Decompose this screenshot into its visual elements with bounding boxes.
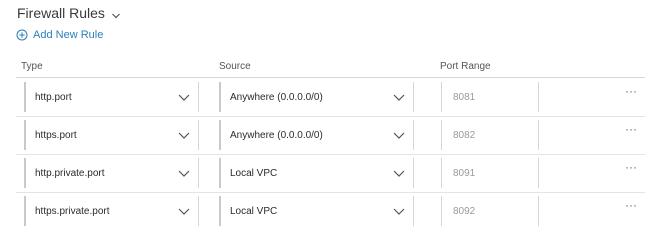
port-range-input[interactable]: 8082 [441, 120, 540, 150]
column-header-port-range: Port Range [440, 61, 491, 72]
table-row: http.port Anywhere (0.0.0.0/0) 8081 ··· [16, 78, 645, 117]
type-select[interactable]: http.port [24, 82, 206, 112]
chevron-down-icon [393, 170, 405, 177]
type-select[interactable]: http.private.port [24, 158, 206, 188]
plus-circle-icon [16, 29, 28, 41]
column-header-type: Type [21, 61, 43, 72]
chevron-down-icon [178, 94, 190, 101]
more-options-button[interactable]: ··· [625, 85, 637, 97]
table-row: https.private.port Local VPC 8092 ··· [16, 192, 645, 230]
table-row: http.private.port Local VPC 8091 ··· [16, 154, 645, 193]
header: Firewall Rules [17, 5, 121, 21]
more-options-button[interactable]: ··· [625, 123, 637, 135]
more-options-button[interactable]: ··· [625, 161, 637, 173]
source-select[interactable]: Anywhere (0.0.0.0/0) [219, 120, 421, 150]
table-row: https.port Anywhere (0.0.0.0/0) 8082 ··· [16, 116, 645, 155]
chevron-down-icon [393, 208, 405, 215]
source-select[interactable]: Anywhere (0.0.0.0/0) [219, 82, 421, 112]
chevron-down-icon [178, 170, 190, 177]
page-title: Firewall Rules [17, 5, 105, 21]
chevron-down-icon [393, 94, 405, 101]
chevron-down-icon[interactable] [111, 8, 121, 19]
source-select[interactable]: Local VPC [219, 196, 421, 226]
add-new-rule-label: Add New Rule [33, 29, 104, 41]
port-range-input[interactable]: 8092 [441, 196, 540, 226]
column-header-source: Source [219, 61, 251, 72]
more-options-button[interactable]: ··· [625, 199, 637, 211]
chevron-down-icon [393, 132, 405, 139]
chevron-down-icon [178, 208, 190, 215]
add-new-rule-button[interactable]: Add New Rule [16, 29, 103, 41]
chevron-down-icon [178, 132, 190, 139]
type-select[interactable]: https.port [24, 120, 206, 150]
port-range-input[interactable]: 8091 [441, 158, 540, 188]
type-select[interactable]: https.private.port [24, 196, 206, 226]
port-range-input[interactable]: 8081 [441, 82, 540, 112]
source-select[interactable]: Local VPC [219, 158, 421, 188]
